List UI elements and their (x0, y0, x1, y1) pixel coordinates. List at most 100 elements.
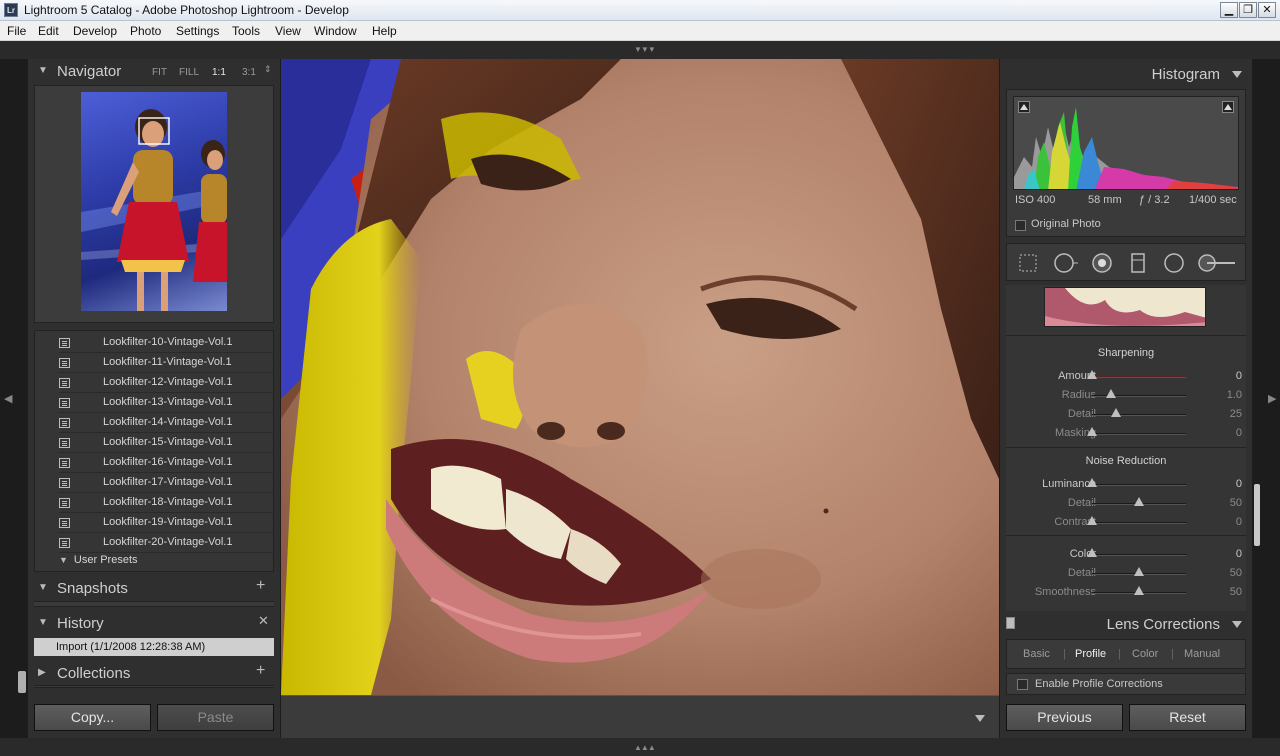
minimize-icon[interactable]: ▁ (1220, 2, 1238, 18)
close-icon[interactable]: ✕ (1258, 2, 1276, 18)
menu-window[interactable]: Window (314, 24, 357, 38)
slider-knob[interactable] (1105, 389, 1116, 398)
slider-value[interactable]: 0 (1236, 370, 1242, 382)
histogram-graph[interactable] (1013, 96, 1239, 190)
slider-knob[interactable] (1087, 516, 1097, 525)
slider-knob[interactable] (1087, 370, 1097, 379)
histogram-header[interactable]: Histogram (1000, 63, 1252, 89)
navigator-thumbnail[interactable] (81, 92, 227, 311)
highlight-clipping-icon[interactable] (1222, 101, 1234, 113)
tab-profile[interactable]: Profile (1075, 648, 1106, 660)
spot-removal-icon[interactable] (1053, 252, 1078, 274)
paste-button[interactable]: Paste (157, 704, 274, 731)
menu-file[interactable]: File (7, 24, 26, 38)
zoom-dropdown-icon[interactable]: ⇕ (264, 64, 272, 75)
right-panel-arrow-icon[interactable]: ▶ (1268, 392, 1276, 405)
restore-icon[interactable]: ❐ (1239, 2, 1257, 18)
copy-button[interactable]: Copy... (34, 704, 151, 731)
original-photo-checkbox[interactable] (1015, 220, 1026, 231)
left-scrollbar-thumb[interactable] (18, 671, 26, 693)
crop-tool-icon[interactable] (1017, 252, 1039, 274)
preset-item[interactable]: Lookfilter-20-Vintage-Vol.1 (59, 533, 273, 553)
shadow-clipping-icon[interactable] (1018, 101, 1030, 113)
slider-masking[interactable]: Masking 0 (1006, 424, 1246, 443)
preset-item[interactable]: Lookfilter-13-Vintage-Vol.1 (59, 393, 273, 413)
detail-preview[interactable] (1044, 287, 1206, 327)
bottom-panel-toggle[interactable]: ▲▲▲ (0, 738, 1280, 756)
tab-manual[interactable]: Manual (1184, 648, 1220, 660)
preset-item[interactable]: Lookfilter-11-Vintage-Vol.1 (59, 353, 273, 373)
tab-basic[interactable]: Basic (1023, 648, 1050, 660)
slider-value[interactable]: 25 (1230, 408, 1242, 420)
preset-item[interactable]: Lookfilter-18-Vintage-Vol.1 (59, 493, 273, 513)
slider-detail[interactable]: Detail 25 (1006, 405, 1246, 424)
preset-item[interactable]: Lookfilter-12-Vintage-Vol.1 (59, 373, 273, 393)
navigator-header[interactable]: ▼ Navigator FIT FILL 1:1 3:1 ⇕ (34, 59, 274, 85)
slider-detail[interactable]: Detail 50 (1006, 494, 1246, 513)
slider-track[interactable] (1092, 554, 1186, 556)
menu-tools[interactable]: Tools (232, 24, 260, 38)
slider-value[interactable]: 0 (1236, 516, 1242, 528)
slider-track[interactable] (1092, 414, 1186, 416)
main-photo[interactable] (281, 59, 999, 695)
slider-value[interactable]: 50 (1230, 567, 1242, 579)
slider-knob[interactable] (1087, 548, 1097, 557)
slider-value[interactable]: 0 (1236, 427, 1242, 439)
slider-value[interactable]: 50 (1230, 497, 1242, 509)
menu-help[interactable]: Help (372, 24, 397, 38)
zoom-fill[interactable]: FILL (179, 67, 199, 78)
history-item[interactable]: Import (1/1/2008 12:28:38 AM) (34, 638, 274, 656)
slider-knob[interactable] (1087, 478, 1097, 487)
tab-color[interactable]: Color (1132, 648, 1158, 660)
slider-value[interactable]: 0 (1236, 478, 1242, 490)
reset-button[interactable]: Reset (1129, 704, 1246, 731)
menu-view[interactable]: View (275, 24, 301, 38)
navigator-preview[interactable] (34, 85, 274, 323)
menu-edit[interactable]: Edit (38, 24, 59, 38)
add-collection-icon[interactable]: + (256, 662, 265, 680)
preset-item[interactable]: Lookfilter-15-Vintage-Vol.1 (59, 433, 273, 453)
slider-knob[interactable] (1087, 427, 1097, 436)
histogram-collapse-icon[interactable] (1232, 71, 1242, 78)
slider-knob[interactable] (1134, 586, 1144, 595)
adjustment-brush-icon[interactable] (1197, 252, 1237, 274)
menu-photo[interactable]: Photo (130, 24, 161, 38)
panel-switch-icon[interactable] (1006, 617, 1015, 629)
toolbar-options-icon[interactable] (975, 715, 985, 722)
history-header[interactable]: ▼ History ✕ (34, 611, 274, 637)
slider-value[interactable]: 50 (1230, 586, 1242, 598)
preset-item[interactable]: Lookfilter-14-Vintage-Vol.1 (59, 413, 273, 433)
add-snapshot-icon[interactable]: + (256, 577, 265, 595)
user-presets-folder[interactable]: ▼ User Presets (59, 554, 138, 566)
slider-radius[interactable]: Radius 1.0 (1006, 386, 1246, 405)
slider-track[interactable] (1092, 484, 1186, 486)
previous-button[interactable]: Previous (1006, 704, 1123, 731)
slider-detail[interactable]: Detail 50 (1006, 564, 1246, 583)
preset-item[interactable]: Lookfilter-10-Vintage-Vol.1 (59, 333, 273, 353)
slider-luminance[interactable]: Luminance 0 (1006, 475, 1246, 494)
slider-knob[interactable] (1134, 497, 1144, 506)
slider-track[interactable] (1092, 522, 1186, 524)
top-panel-toggle[interactable]: ▼▼▼ (0, 41, 1280, 59)
enable-profile-checkbox[interactable] (1017, 679, 1028, 690)
slider-track[interactable] (1092, 433, 1186, 435)
zoom-3-1[interactable]: 3:1 (242, 67, 256, 78)
radial-filter-icon[interactable] (1163, 252, 1185, 274)
slider-smoothness[interactable]: Smoothness 50 (1006, 583, 1246, 602)
preset-item[interactable]: Lookfilter-17-Vintage-Vol.1 (59, 473, 273, 493)
slider-knob[interactable] (1110, 408, 1121, 417)
slider-track[interactable] (1092, 376, 1186, 378)
lens-corrections-header[interactable]: Lens Corrections (1000, 613, 1252, 637)
graduated-filter-icon[interactable] (1127, 252, 1149, 274)
preset-item[interactable]: Lookfilter-19-Vintage-Vol.1 (59, 513, 273, 533)
red-eye-icon[interactable] (1091, 252, 1113, 274)
clear-history-icon[interactable]: ✕ (258, 613, 269, 629)
menu-develop[interactable]: Develop (73, 24, 117, 38)
slider-amount[interactable]: Amount 0 (1006, 367, 1246, 386)
left-panel-arrow-icon[interactable]: ◀ (4, 392, 12, 405)
menu-settings[interactable]: Settings (176, 24, 219, 38)
right-scrollbar-thumb[interactable] (1254, 484, 1260, 546)
slider-color[interactable]: Color 0 (1006, 545, 1246, 564)
zoom-1-1[interactable]: 1:1 (212, 67, 226, 78)
slider-value[interactable]: 0 (1236, 548, 1242, 560)
